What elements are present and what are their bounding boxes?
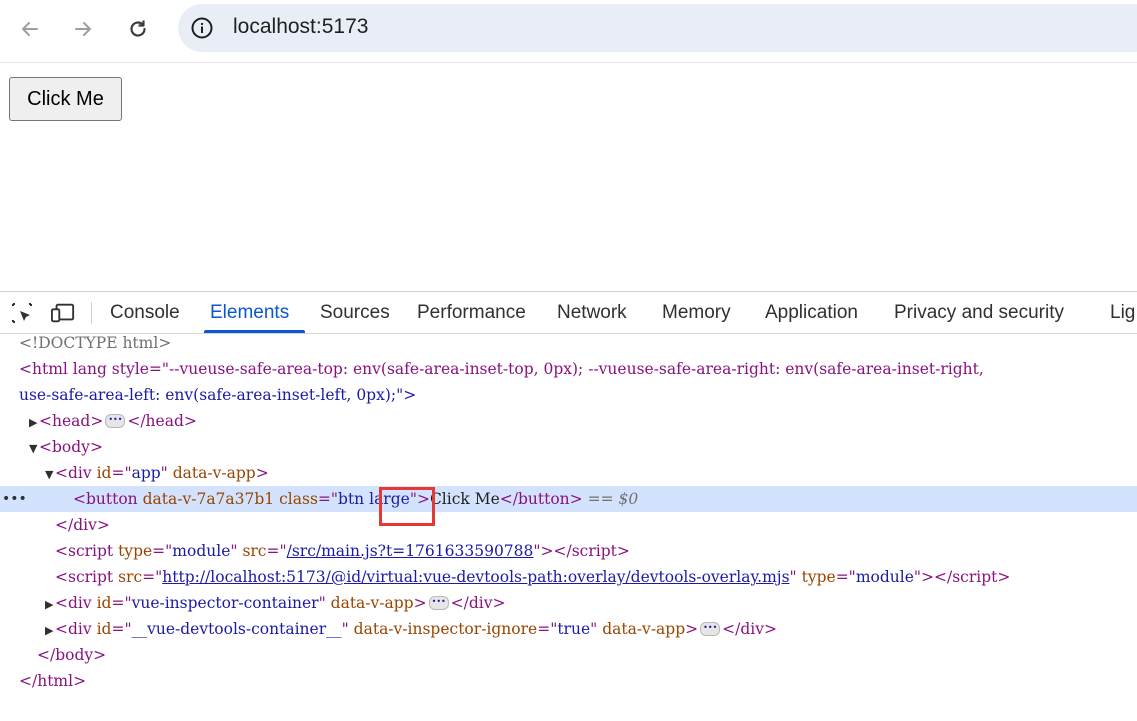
site-info-icon[interactable] <box>190 16 214 40</box>
dom-line-html-close[interactable]: </html> <box>0 668 1137 694</box>
collapse-triangle-icon[interactable]: ▼ <box>0 436 39 460</box>
doctype-text: <!DOCTYPE html> <box>19 334 172 352</box>
ellipsis-icon[interactable] <box>700 616 721 641</box>
dom-line-head[interactable]: ▶<head></head> <box>0 408 1137 434</box>
dom-line-html-cont[interactable]: use-safe-area-left: env(safe-area-inset-… <box>0 382 1137 408</box>
browser-toolbar: localhost:5173 <box>0 0 1137 63</box>
tab-performance[interactable]: Performance <box>417 292 526 333</box>
tab-application[interactable]: Application <box>765 292 858 333</box>
dom-line-script-main[interactable]: <script type="module" src="/src/main.js?… <box>0 538 1137 564</box>
inspect-element-icon[interactable] <box>10 301 34 325</box>
inspector-ignore-value: true <box>557 620 591 638</box>
back-button[interactable] <box>13 12 47 46</box>
html-open-tag: <html lang style="--vueuse-safe-area-top… <box>19 360 984 378</box>
device-toolbar-icon[interactable] <box>51 301 75 325</box>
tab-memory[interactable]: Memory <box>662 292 731 333</box>
html-close-tag: </html> <box>19 672 87 690</box>
highlight-box <box>379 487 435 526</box>
script2-src-link[interactable]: http://localhost:5173/@id/virtual:vue-de… <box>162 568 789 586</box>
div-close-tag: </div> <box>55 516 110 534</box>
tab-elements[interactable]: Elements <box>203 292 306 333</box>
page-viewport: Click Me <box>0 63 1137 291</box>
html-style-cont: use-safe-area-left: env(safe-area-inset-… <box>19 386 417 404</box>
collapse-triangle-icon[interactable]: ▼ <box>0 462 55 486</box>
tab-lighthouse[interactable]: Lig <box>1110 292 1135 333</box>
dom-tree: <!DOCTYPE html> <html lang style="--vueu… <box>0 334 1137 721</box>
head-close-tag: head <box>145 412 184 430</box>
devtools-tab-bar: Console Elements Sources Performance Net… <box>0 292 1137 334</box>
toolbar-separator <box>91 302 92 324</box>
arrow-left-icon <box>22 22 38 36</box>
more-actions-icon[interactable]: ••• <box>2 486 27 512</box>
button-class-a: btn <box>338 490 365 508</box>
forward-button[interactable] <box>66 12 100 46</box>
div-app-attr: data-v-app <box>172 464 256 482</box>
dom-line-body[interactable]: ▼<body> <box>0 434 1137 460</box>
dom-line-button-selected[interactable]: ••• <button data-v-7a7a37b1 class="btn l… <box>0 486 1137 512</box>
script1-type: module <box>172 542 231 560</box>
script2-type: module <box>855 568 914 586</box>
reload-icon <box>130 20 146 37</box>
script1-src-link[interactable]: /src/main.js?t=1761633590788 <box>287 542 534 560</box>
body-close-tag: </body> <box>37 646 107 664</box>
address-bar[interactable]: localhost:5173 <box>178 4 1137 52</box>
dom-line-devtools-container[interactable]: ▶<div id="__vue-devtools-container__" da… <box>0 616 1137 642</box>
dom-line-body-close[interactable]: </body> <box>0 642 1137 668</box>
head-tag: head <box>52 412 91 430</box>
tab-privacy-security[interactable]: Privacy and security <box>894 292 1064 333</box>
devtools-container-id: __vue-devtools-container__ <box>131 620 342 638</box>
dom-line-div-app[interactable]: ▼<div id="app" data-v-app> <box>0 460 1137 486</box>
arrow-right-icon <box>75 22 91 36</box>
inspector-container-id: vue-inspector-container <box>131 594 319 612</box>
expand-triangle-icon[interactable]: ▶ <box>0 592 55 616</box>
ellipsis-icon[interactable] <box>428 590 449 615</box>
dom-line-inspector-container[interactable]: ▶<div id="vue-inspector-container" data-… <box>0 590 1137 616</box>
button-text-node: Click Me <box>429 490 500 508</box>
body-tag: body <box>52 438 90 456</box>
dom-line-script-overlay[interactable]: <script src="http://localhost:5173/@id/v… <box>0 564 1137 590</box>
url-text[interactable]: localhost:5173 <box>233 15 368 39</box>
click-me-button[interactable]: Click Me <box>9 77 122 121</box>
devtools-panel: Console Elements Sources Performance Net… <box>0 291 1137 721</box>
dom-line-doctype[interactable]: <!DOCTYPE html> <box>0 330 1137 356</box>
button-scope-attr: data-v-7a7a37b1 <box>142 490 275 508</box>
tab-sources[interactable]: Sources <box>320 292 390 333</box>
ellipsis-icon[interactable] <box>105 408 126 433</box>
dom-line-div-close[interactable]: </div> <box>0 512 1137 538</box>
dom-line-html[interactable]: <html lang style="--vueuse-safe-area-top… <box>0 356 1137 382</box>
tab-network[interactable]: Network <box>557 292 627 333</box>
expand-triangle-icon[interactable]: ▶ <box>0 410 39 434</box>
reload-button[interactable] <box>121 12 155 46</box>
dollar-zero-label: == $0 <box>587 490 639 508</box>
tab-console[interactable]: Console <box>110 292 180 333</box>
div-app-id: app <box>131 464 161 482</box>
expand-triangle-icon[interactable]: ▶ <box>0 618 55 642</box>
